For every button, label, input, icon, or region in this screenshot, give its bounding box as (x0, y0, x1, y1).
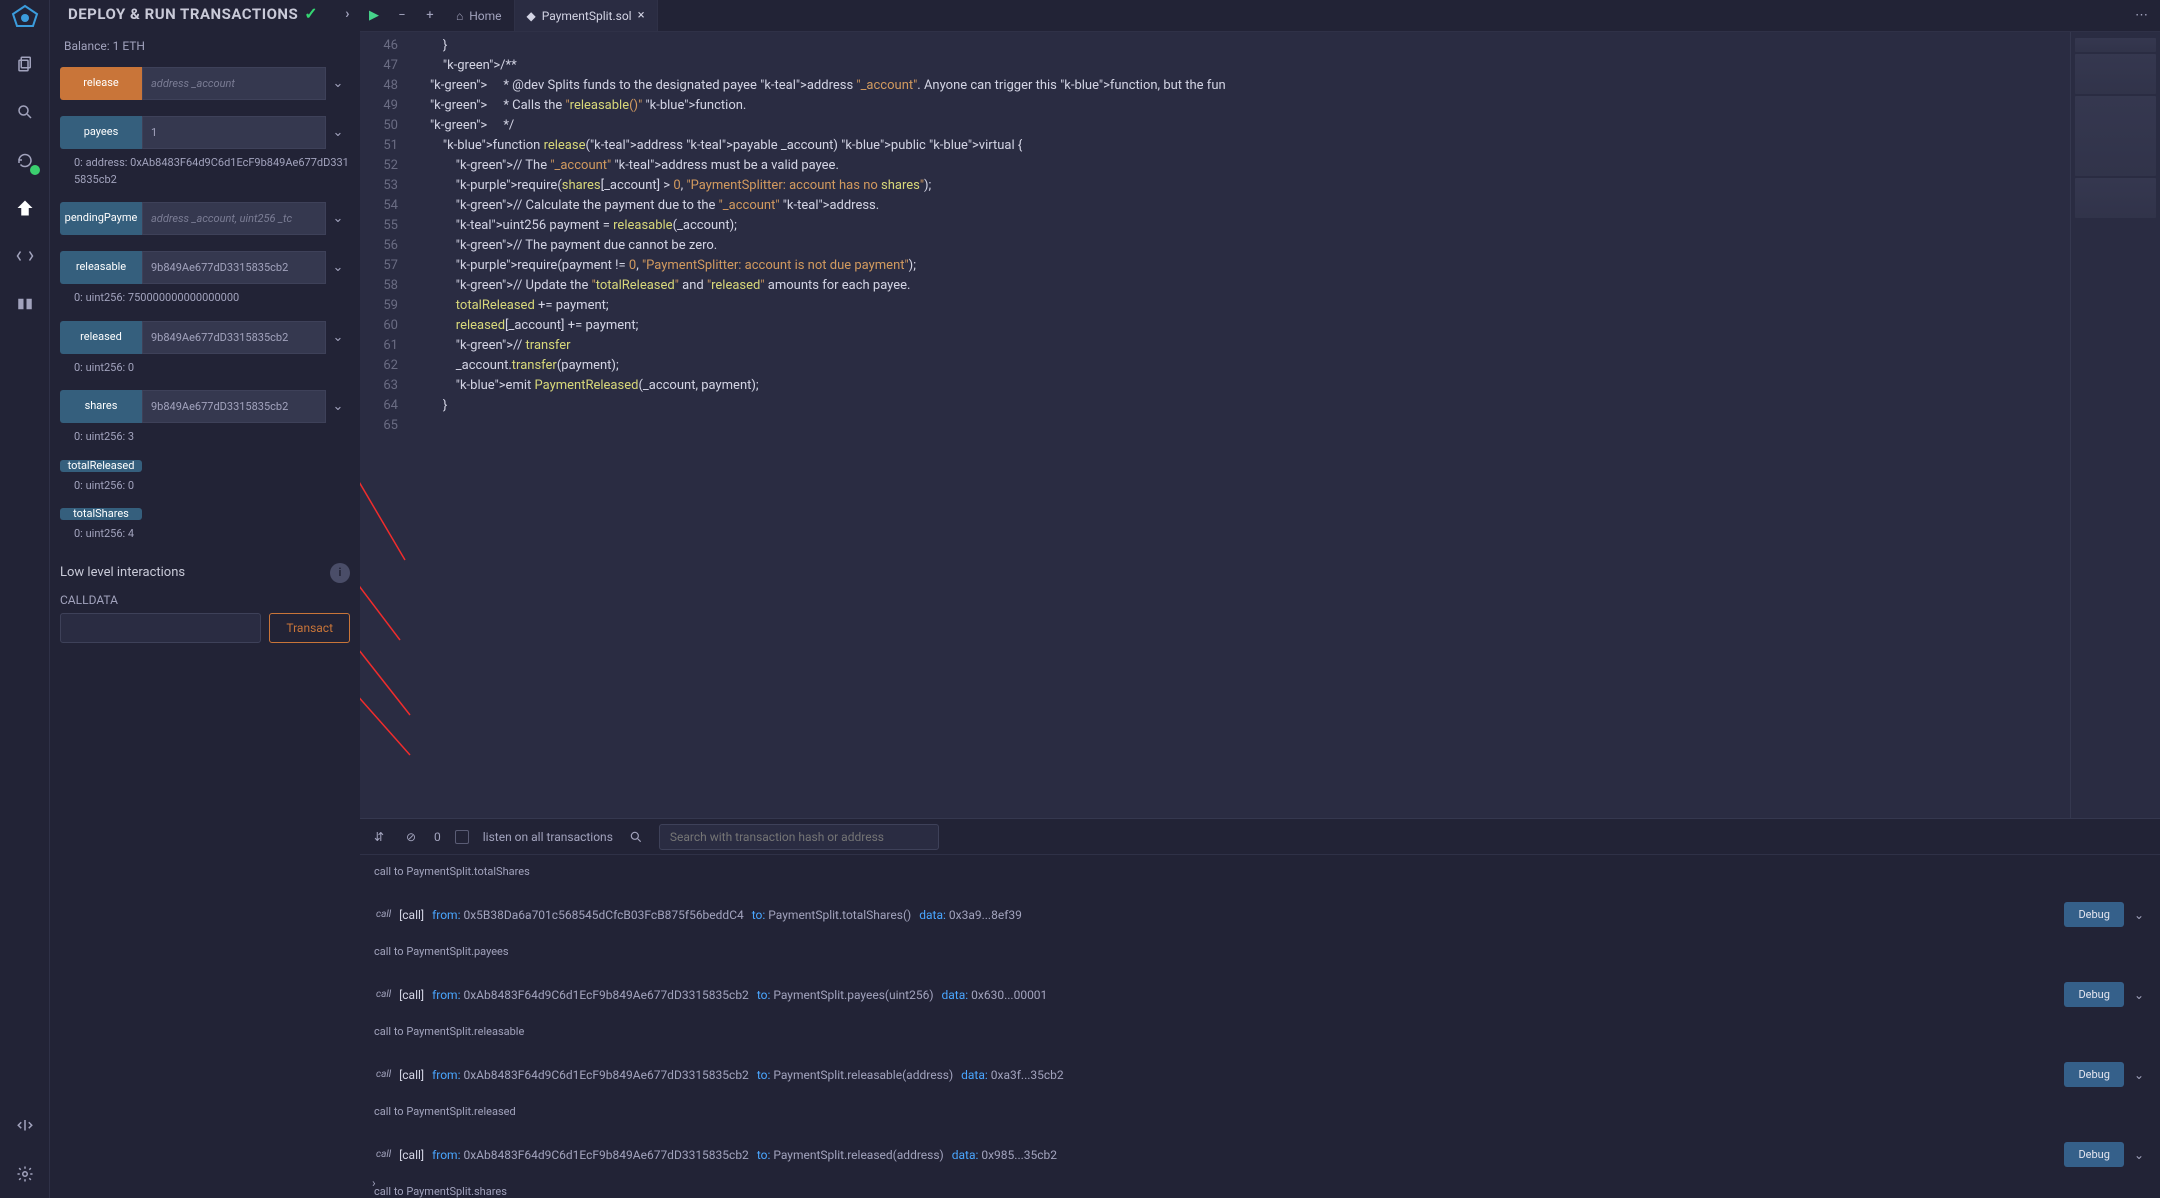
fn-shares-result: 0: uint256: 3 (74, 429, 350, 446)
log-line: call to PaymentSplit.payees (374, 945, 2148, 958)
fn-released-result: 0: uint256: 0 (74, 360, 350, 377)
fn-release-input[interactable] (142, 67, 326, 100)
search-icon[interactable] (627, 830, 645, 844)
log-line: call to PaymentSplit.releasable (374, 1025, 2148, 1038)
balance-text: Balance: 1 ETH (64, 39, 350, 53)
transact-button[interactable]: Transact (269, 613, 350, 643)
debug-button[interactable]: Debug (2064, 902, 2123, 927)
chevron-down-icon[interactable]: ⌄ (2134, 1068, 2144, 1082)
chevron-down-icon[interactable]: ⌄ (326, 67, 350, 100)
fn-totalShares-result: 0: uint256: 4 (74, 526, 350, 543)
calldata-input[interactable] (60, 613, 261, 643)
fn-payees-button[interactable]: payees (60, 116, 142, 149)
fn-releasable-input[interactable] (142, 251, 326, 284)
log-entry: call[call]from: 0xAb8483F64d9C6d1EcF9b84… (372, 1048, 2148, 1101)
fn-totalReleased-result: 0: uint256: 0 (74, 478, 350, 495)
terminal-prompt[interactable]: › (372, 1176, 376, 1190)
minimap[interactable] (2070, 32, 2160, 818)
plugin-icon[interactable] (11, 1112, 39, 1140)
run-icon[interactable]: ▶ (360, 0, 388, 31)
fn-released-input[interactable] (142, 321, 326, 354)
fn-releasable-result: 0: uint256: 750000000000000000 (74, 290, 350, 307)
fn-pendingPayme-button[interactable]: pendingPayme (60, 202, 142, 235)
files-icon[interactable] (11, 50, 39, 78)
pending-count: 0 (434, 830, 441, 844)
code-editor[interactable]: 4647484950515253545556575859606162636465… (360, 32, 2070, 818)
listen-label: listen on all transactions (483, 830, 613, 844)
zoom-out-icon[interactable]: − (388, 0, 416, 31)
fn-totalReleased-button[interactable]: totalReleased (60, 460, 142, 472)
clear-icon[interactable]: ⊘ (402, 830, 420, 844)
check-icon: ✓ (304, 4, 318, 23)
log-line: call to PaymentSplit.totalShares (374, 865, 2148, 878)
log-entry: call[call]from: 0xAb8483F64d9C6d1EcF9b84… (372, 968, 2148, 1021)
calldata-label: CALLDATA (60, 593, 350, 607)
fn-released-button[interactable]: released (60, 321, 142, 354)
log-entry: call[call]from: 0xAb8483F64d9C6d1EcF9b84… (372, 1128, 2148, 1181)
tab-bar: ▶ − + ⌂ Home ◆ PaymentSplit.sol × ⋯ (360, 0, 2160, 32)
home-icon: ⌂ (456, 9, 463, 23)
library-icon[interactable] (11, 290, 39, 318)
tab-home[interactable]: ⌂ Home (444, 0, 515, 31)
chevron-down-icon[interactable]: ⌄ (326, 116, 350, 149)
debugger-icon[interactable] (11, 242, 39, 270)
fn-pendingPayme-input[interactable] (142, 202, 326, 235)
solidity-icon: ◆ (527, 9, 536, 23)
chevron-right-icon[interactable]: › (345, 6, 350, 22)
fn-release-button[interactable]: release (60, 67, 142, 100)
chevron-down-icon[interactable]: ⌄ (2134, 988, 2144, 1002)
fn-shares-input[interactable] (142, 390, 326, 423)
more-icon[interactable]: ⋯ (2123, 0, 2160, 31)
info-icon[interactable]: i (330, 563, 350, 583)
listen-checkbox[interactable] (455, 830, 469, 844)
deploy-panel: DEPLOY & RUN TRANSACTIONS ✓ › Balance: 1… (50, 0, 360, 1198)
call-tag: call (376, 1149, 391, 1160)
code-content[interactable]: } "k-green">/**"k-green"> * @dev Splits … (410, 32, 2070, 818)
remix-logo-icon[interactable] (9, 4, 41, 36)
chevron-down-icon[interactable]: ⌄ (326, 202, 350, 235)
close-icon[interactable]: × (638, 8, 645, 23)
fn-shares-button[interactable]: shares (60, 390, 142, 423)
fn-totalShares-button[interactable]: totalShares (60, 508, 142, 520)
chevron-down-icon[interactable]: ⌄ (326, 390, 350, 423)
call-tag: call (376, 989, 391, 1000)
log-line: call to PaymentSplit.released (374, 1105, 2148, 1118)
call-tag: call (376, 1069, 391, 1080)
debug-button[interactable]: Debug (2064, 1062, 2123, 1087)
call-tag: call (376, 909, 391, 920)
terminal-search-input[interactable] (659, 824, 939, 850)
fn-payees-input[interactable] (142, 116, 326, 149)
fn-payees-result: 0: address: 0xAb8483F64d9C6d1EcF9b849Ae6… (74, 155, 350, 188)
terminal: ⇵ ⊘ 0 listen on all transactions call to… (360, 818, 2160, 1198)
activity-bar (0, 0, 50, 1198)
search-icon[interactable] (11, 98, 39, 126)
zoom-in-icon[interactable]: + (416, 0, 444, 31)
settings-icon[interactable] (11, 1160, 39, 1188)
chevron-down-icon[interactable]: ⌄ (326, 321, 350, 354)
low-level-header: Low level interactions i (60, 563, 350, 583)
line-gutter: 4647484950515253545556575859606162636465 (360, 32, 410, 818)
tab-file[interactable]: ◆ PaymentSplit.sol × (515, 0, 658, 31)
debug-button[interactable]: Debug (2064, 982, 2123, 1007)
chevron-down-icon[interactable]: ⌄ (2134, 908, 2144, 922)
debug-button[interactable]: Debug (2064, 1142, 2123, 1167)
fn-releasable-button[interactable]: releasable (60, 251, 142, 284)
chevron-down-icon[interactable]: ⌄ (2134, 1148, 2144, 1162)
compiler-icon[interactable] (11, 146, 39, 174)
chevron-down-icon[interactable]: ⌄ (326, 251, 350, 284)
panel-title: DEPLOY & RUN TRANSACTIONS ✓ › (68, 4, 350, 23)
collapse-icon[interactable]: ⇵ (370, 830, 388, 844)
log-line: call to PaymentSplit.shares (374, 1185, 2148, 1198)
log-entry: call[call]from: 0x5B38Da6a701c568545dCfc… (372, 888, 2148, 941)
deploy-icon[interactable] (11, 194, 39, 222)
